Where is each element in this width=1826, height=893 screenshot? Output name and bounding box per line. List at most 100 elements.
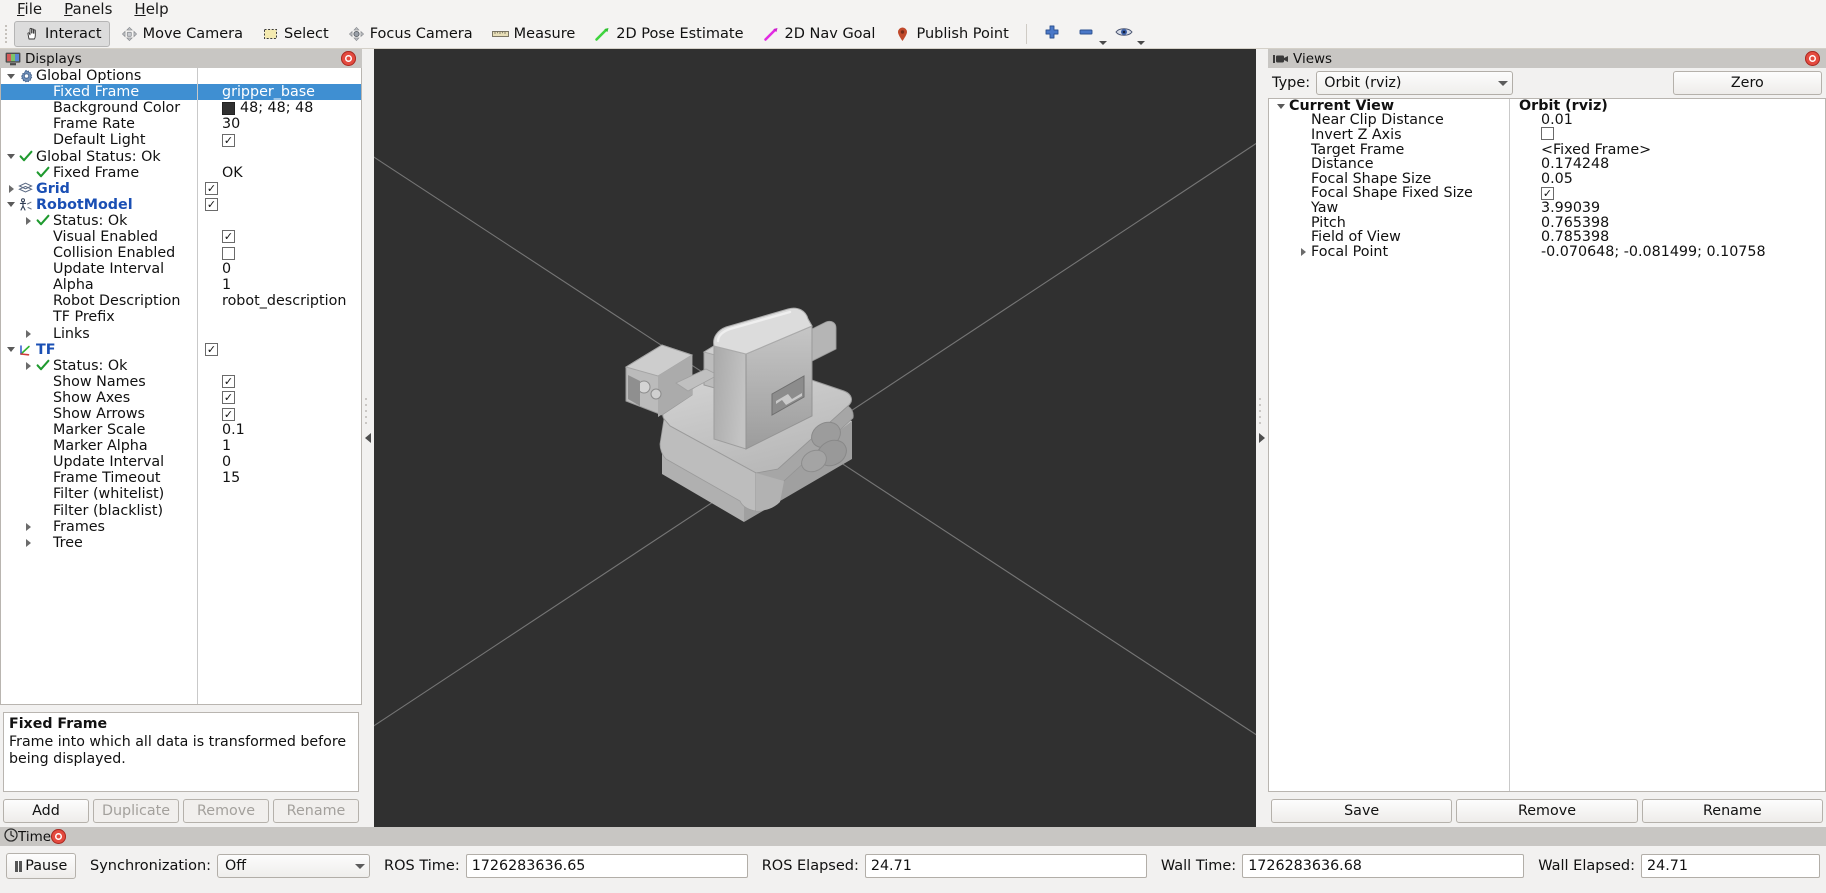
property-value[interactable]: 30	[218, 116, 361, 132]
collapse-views-handle[interactable]	[1256, 49, 1268, 827]
display-property-row[interactable]: Default Light ✓	[1, 132, 361, 148]
display-property-row[interactable]: Visual Enabled ✓	[1, 229, 361, 245]
view-property-row[interactable]: Focal Shape Size 0.05	[1269, 171, 1825, 187]
property-value[interactable]: ✓	[218, 407, 361, 421]
zero-button[interactable]: Zero	[1672, 71, 1823, 95]
display-property-row[interactable]: TF Prefix	[1, 309, 361, 325]
display-property-row[interactable]: Background Color 48; 48; 48	[1, 100, 361, 116]
property-value[interactable]: OK	[218, 165, 361, 181]
checkbox-checked[interactable]: ✓	[1541, 187, 1554, 201]
tool-interact[interactable]: Interact	[14, 20, 110, 47]
add-button[interactable]: Add	[3, 799, 89, 823]
property-value[interactable]: 0.174248	[1537, 157, 1825, 172]
property-value[interactable]: 48; 48; 48	[218, 100, 361, 116]
expander-closed-icon[interactable]	[22, 523, 34, 531]
view-type-select[interactable]: Orbit (rviz)	[1316, 71, 1514, 95]
property-value[interactable]: 0.05	[1537, 171, 1825, 187]
display-property-row[interactable]: Global Status: Ok	[1, 148, 361, 165]
property-value[interactable]: ✓	[218, 375, 361, 389]
visibility-button[interactable]	[1110, 21, 1138, 47]
menu-help[interactable]: Help	[123, 0, 179, 19]
view-property-row[interactable]: Pitch 0.765398	[1269, 215, 1825, 231]
view-property-row[interactable]: Invert Z Axis	[1269, 126, 1825, 143]
close-icon[interactable]	[1805, 51, 1820, 66]
expander-open-icon[interactable]	[5, 202, 17, 207]
checkbox-checked[interactable]: ✓	[205, 343, 218, 357]
expander-open-icon[interactable]	[5, 74, 17, 79]
property-value[interactable]: 0	[218, 261, 361, 277]
save-view-button[interactable]: Save	[1271, 799, 1453, 823]
expander-closed-icon[interactable]	[22, 217, 34, 225]
visibility-dropdown-arrow[interactable]	[1136, 40, 1145, 45]
property-value[interactable]: 15	[218, 470, 361, 486]
view-property-row[interactable]: Distance 0.174248	[1269, 157, 1825, 172]
display-property-row[interactable]: TF ✓	[1, 342, 361, 358]
expander-open-icon[interactable]	[1275, 104, 1287, 109]
property-value[interactable]: 1	[218, 438, 361, 454]
expander-closed-icon[interactable]	[1297, 248, 1309, 256]
property-value[interactable]: ✓	[218, 133, 361, 147]
views-tree[interactable]: Current View Orbit (rviz) Near Clip Distan…	[1268, 98, 1826, 792]
expander-closed-icon[interactable]	[22, 330, 34, 338]
view-property-row[interactable]: Near Clip Distance 0.01	[1269, 113, 1825, 129]
display-property-row[interactable]: Frame Rate 30	[1, 116, 361, 132]
display-property-row[interactable]: Grid ✓	[1, 181, 361, 197]
property-value[interactable]: ✓	[201, 182, 361, 196]
display-property-row[interactable]: Marker Scale 0.1	[1, 422, 361, 438]
3d-viewport[interactable]	[374, 49, 1256, 827]
remove-view-button[interactable]: Remove	[1456, 799, 1638, 823]
display-property-row[interactable]: Show Arrows ✓	[1, 406, 361, 422]
expander-open-icon[interactable]	[5, 154, 17, 159]
property-value[interactable]: robot_description	[218, 293, 361, 309]
display-property-row[interactable]: Show Names ✓	[1, 374, 361, 390]
tool-focus-camera[interactable]: Focus Camera	[339, 21, 481, 47]
color-swatch[interactable]	[222, 101, 235, 115]
property-value[interactable]: ✓	[218, 391, 361, 405]
rename-view-button[interactable]: Rename	[1641, 799, 1823, 823]
tool-measure[interactable]: Measure	[483, 21, 584, 47]
property-value[interactable]	[218, 246, 361, 260]
tool-move-camera[interactable]: Move Camera	[112, 21, 251, 47]
wall-elapsed-input[interactable]: 24.71	[1641, 854, 1820, 878]
menu-panels[interactable]: Panels	[53, 0, 123, 19]
display-property-row[interactable]: Filter (whitelist)	[1, 486, 361, 502]
checkbox-checked[interactable]: ✓	[222, 133, 235, 147]
property-value[interactable]: ✓	[201, 198, 361, 212]
display-property-row[interactable]: Global Options	[1, 68, 361, 84]
display-property-row[interactable]: Status: Ok	[1, 358, 361, 374]
property-value[interactable]: gripper_base	[218, 84, 361, 100]
display-property-row[interactable]: RobotModel ✓	[1, 197, 361, 213]
checkbox-unchecked[interactable]	[1541, 126, 1554, 140]
remove-tool-dropdown-arrow[interactable]	[1098, 40, 1107, 45]
ros-elapsed-input[interactable]: 24.71	[864, 854, 1147, 878]
view-property-row[interactable]: Focal Shape Fixed Size ✓	[1269, 186, 1825, 202]
view-property-row[interactable]: Current View Orbit (rviz)	[1269, 99, 1825, 114]
expander-open-icon[interactable]	[5, 347, 17, 352]
checkbox-checked[interactable]: ✓	[222, 407, 235, 421]
displays-column-splitter[interactable]	[197, 68, 198, 704]
tool-publish-point[interactable]: Publish Point	[885, 21, 1016, 47]
display-property-row[interactable]: Tree	[1, 535, 361, 551]
tool-2d-nav-goal[interactable]: 2D Nav Goal	[754, 21, 884, 47]
display-property-row[interactable]: Update Interval 0	[1, 454, 361, 470]
synchronization-select[interactable]: Off	[217, 854, 371, 878]
remove-tool-button[interactable]	[1072, 21, 1100, 47]
menu-file[interactable]: File	[6, 0, 53, 19]
ros-time-input[interactable]: 1726283636.65	[465, 854, 748, 878]
property-value[interactable]: 0.1	[218, 422, 361, 438]
add-tool-button[interactable]	[1038, 21, 1066, 47]
property-value[interactable]: ✓	[218, 230, 361, 244]
checkbox-checked[interactable]: ✓	[205, 182, 218, 196]
views-column-splitter[interactable]	[1509, 99, 1510, 791]
property-value[interactable]: ✓	[201, 343, 361, 357]
display-property-row[interactable]: Frame Timeout 15	[1, 470, 361, 486]
display-property-row[interactable]: Alpha 1	[1, 277, 361, 293]
property-value[interactable]: -0.070648; -0.081499; 0.10758	[1537, 244, 1825, 260]
wall-time-input[interactable]: 1726283636.68	[1242, 854, 1525, 878]
checkbox-checked[interactable]: ✓	[222, 230, 235, 244]
display-property-row[interactable]: Status: Ok	[1, 213, 361, 229]
property-value[interactable]: 0	[218, 454, 361, 470]
tool-select[interactable]: Select	[253, 21, 337, 47]
checkbox-checked[interactable]: ✓	[222, 375, 235, 389]
tool-2d-pose-estimate[interactable]: 2D Pose Estimate	[585, 21, 751, 47]
